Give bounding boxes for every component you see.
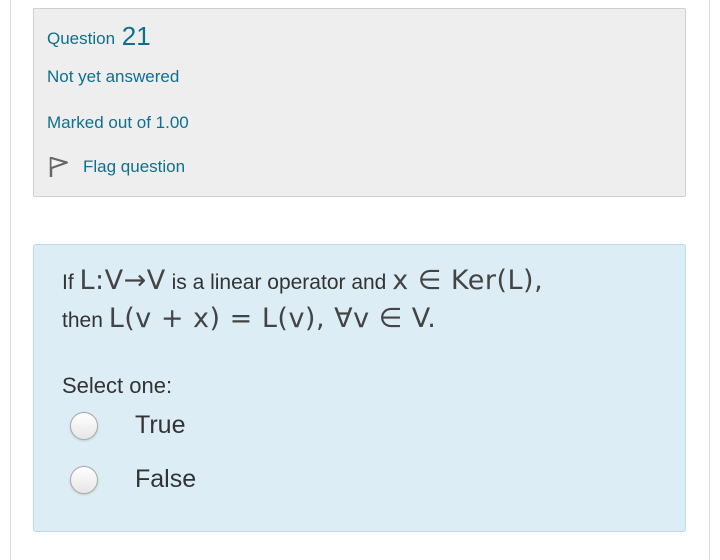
question-text-part3: then [62,309,103,332]
question-math-operator: L:V→V [79,265,166,296]
question-state: Not yet answered [47,67,180,86]
question-text: If L:V→V is a linear operator and x ∈ Ke… [62,263,662,339]
select-one-prompt: Select one: [62,373,173,398]
question-word: Question [47,29,116,48]
question-content-panel: If L:V→V is a linear operator and x ∈ Ke… [33,244,686,532]
flag-icon [49,157,68,177]
radio-true[interactable] [70,411,98,440]
flag-question-link[interactable]: Flag question [47,155,185,179]
question-heading: Question 21 [47,21,151,54]
question-text-part1: If [62,271,74,294]
page-border-left [10,0,11,560]
option-false[interactable]: False [70,465,196,494]
option-true-label[interactable]: True [135,411,185,440]
option-true[interactable]: True [70,411,185,440]
question-info-panel: Question 21 Not yet answered Marked out … [33,8,686,197]
option-false-label[interactable]: False [135,465,196,494]
page-border-right [709,0,710,560]
radio-false[interactable] [70,465,98,494]
quiz-page: Question 21 Not yet answered Marked out … [0,0,720,560]
flag-question-label: Flag question [83,157,186,176]
question-number: 21 [121,21,151,51]
question-grade: Marked out of 1.00 [47,113,189,132]
question-math-equation: L(v + x) = L(v), ∀v ∈ V. [108,303,437,334]
question-text-part2: is a linear operator and [171,271,387,294]
question-math-kernel: x ∈ Ker(L), [392,265,544,296]
